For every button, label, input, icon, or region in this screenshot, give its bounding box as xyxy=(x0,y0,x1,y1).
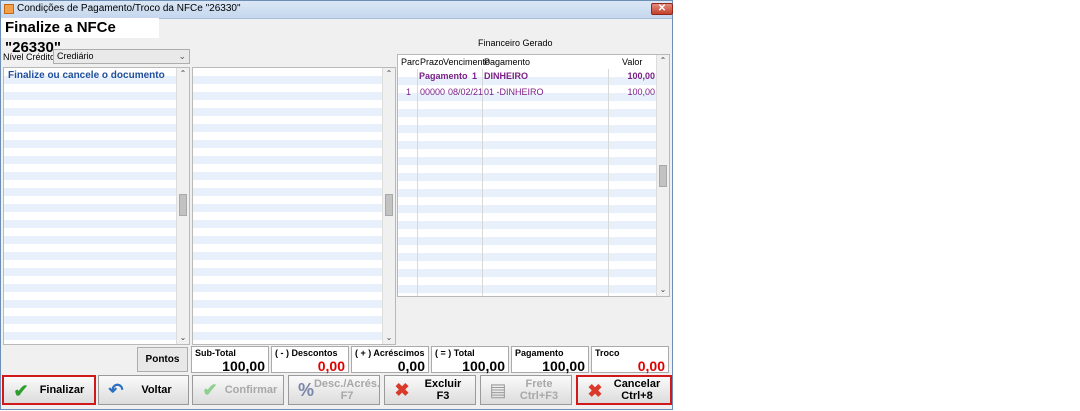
frete-button[interactable]: ▤ Frete Ctrl+F3 xyxy=(480,375,572,405)
page-title: Finalize a NFCe "26330" xyxy=(1,18,159,56)
row-valor: 100,00 xyxy=(627,87,655,97)
total-label: ( = ) Total xyxy=(435,348,475,358)
troco-label: Troco xyxy=(595,348,620,358)
truck-icon: ▤ xyxy=(489,380,507,400)
descontos-box: ( - ) Descontos 0,00 xyxy=(271,346,349,374)
scroll-down-icon[interactable]: ⌄ xyxy=(657,284,669,296)
row-vencimento: 08/02/21 xyxy=(448,87,484,97)
cancel-x-icon: ✖ xyxy=(587,381,603,401)
cancelar-button[interactable]: ✖ Cancelar Ctrl+8 xyxy=(576,375,672,405)
desc-acres-button[interactable]: % Desc./Acrés. F7 xyxy=(288,375,380,405)
items-list-scrollbar[interactable]: ⌃ ⌄ xyxy=(382,68,395,344)
document-list-scrollbar[interactable]: ⌃ ⌄ xyxy=(176,68,189,344)
pontos-button[interactable]: Pontos xyxy=(137,347,188,372)
app-icon xyxy=(4,4,14,14)
col-vencimento: Vencimento xyxy=(443,57,491,67)
financeiro-title: Financeiro Gerado xyxy=(478,38,553,48)
window-title: Condições de Pagamento/Troco da NFCe "26… xyxy=(17,3,241,14)
financeiro-scrollbar[interactable]: ⌃ ⌄ xyxy=(656,55,669,296)
summary-label: Pagamento xyxy=(419,71,468,81)
financeiro-header: Parc Prazo Vencimento Pagamento Valor xyxy=(398,55,658,70)
scroll-up-icon[interactable]: ⌃ xyxy=(177,68,189,80)
desc-acres-label: Desc./Acrés. F7 xyxy=(313,378,381,402)
document-status-message: Finalize ou cancele o documento xyxy=(8,70,165,81)
row-prazo: 00000 xyxy=(420,87,446,97)
excluir-label: Excluir F3 xyxy=(424,378,462,402)
descontos-label: ( - ) Descontos xyxy=(275,348,338,358)
scroll-thumb[interactable] xyxy=(179,194,187,216)
close-icon[interactable]: ✕ xyxy=(651,3,673,15)
confirmar-label: Confirmar xyxy=(224,384,278,396)
voltar-label: Voltar xyxy=(141,384,172,396)
delete-x-icon: ✖ xyxy=(394,380,410,400)
payment-dialog-window: Condições de Pagamento/Troco da NFCe "26… xyxy=(0,0,673,410)
subtotal-label: Sub-Total xyxy=(195,348,236,358)
scroll-down-icon[interactable]: ⌄ xyxy=(383,332,395,344)
checkmark-icon: ✔ xyxy=(13,381,29,401)
acrescimos-label: ( + ) Acréscimos xyxy=(355,348,425,358)
document-list-rows xyxy=(4,68,177,344)
confirmar-button[interactable]: ✔ Confirmar xyxy=(192,375,284,405)
pagamento-label: Pagamento xyxy=(515,348,564,358)
summary-name: DINHEIRO xyxy=(484,71,529,81)
col-pagamento: Pagamento xyxy=(484,57,531,67)
summary-valor: 100,00 xyxy=(627,71,655,81)
descontos-value: 0,00 xyxy=(317,358,345,374)
acrescimos-value: 0,00 xyxy=(397,358,425,374)
pagamento-box: Pagamento 100,00 xyxy=(511,346,589,374)
row-parc: 1 xyxy=(406,87,412,97)
column-divider xyxy=(608,69,609,296)
summary-count: 1 xyxy=(472,71,478,81)
finalizar-button[interactable]: ✔ Finalizar xyxy=(2,375,96,405)
credit-level-value: Crediário xyxy=(57,51,94,61)
items-list[interactable]: ⌃ ⌄ xyxy=(192,67,396,345)
scroll-down-icon[interactable]: ⌄ xyxy=(177,332,189,344)
scroll-thumb[interactable] xyxy=(385,194,393,216)
troco-value: 0,00 xyxy=(637,358,665,374)
acrescimos-box: ( + ) Acréscimos 0,00 xyxy=(351,346,429,374)
pagamento-value: 100,00 xyxy=(542,358,585,374)
excluir-button[interactable]: ✖ Excluir F3 xyxy=(384,375,476,405)
chevron-down-icon: ⌄ xyxy=(178,51,186,61)
financeiro-grid[interactable]: Parc Prazo Vencimento Pagamento Valor Pa… xyxy=(397,54,670,297)
total-value: 100,00 xyxy=(462,358,505,374)
financeiro-rows: Pagamento 1 DINHEIRO 100,00 1 00000 08/0… xyxy=(398,69,658,296)
title-bar: Condições de Pagamento/Troco da NFCe "26… xyxy=(1,1,673,19)
row-pagamento: 01 -DINHEIRO xyxy=(484,87,544,97)
scroll-up-icon[interactable]: ⌃ xyxy=(383,68,395,80)
document-list[interactable]: Finalize ou cancele o documento ⌃ ⌄ xyxy=(3,67,190,345)
credit-level-select[interactable]: Crediário ⌄ xyxy=(53,49,190,64)
items-list-rows xyxy=(193,68,383,344)
col-prazo: Prazo xyxy=(420,57,444,67)
column-divider xyxy=(417,69,418,296)
subtotal-value: 100,00 xyxy=(222,358,265,374)
finalizar-label: Finalizar xyxy=(39,384,85,396)
voltar-button[interactable]: ↶ Voltar xyxy=(98,375,189,405)
col-parc: Parc xyxy=(401,57,420,67)
undo-arrow-icon: ↶ xyxy=(108,380,124,400)
frete-label: Frete Ctrl+F3 xyxy=(519,378,559,402)
credit-level-label: Nível Crédito xyxy=(3,52,56,62)
checkmark-icon: ✔ xyxy=(202,380,218,400)
col-valor: Valor xyxy=(622,57,643,67)
troco-box: Troco 0,00 xyxy=(591,346,669,374)
total-box: ( = ) Total 100,00 xyxy=(431,346,509,374)
scroll-up-icon[interactable]: ⌃ xyxy=(657,55,669,67)
scroll-thumb[interactable] xyxy=(659,165,667,187)
cancelar-label: Cancelar Ctrl+8 xyxy=(613,378,661,402)
subtotal-box: Sub-Total 100,00 xyxy=(191,346,269,374)
column-divider xyxy=(482,69,483,296)
